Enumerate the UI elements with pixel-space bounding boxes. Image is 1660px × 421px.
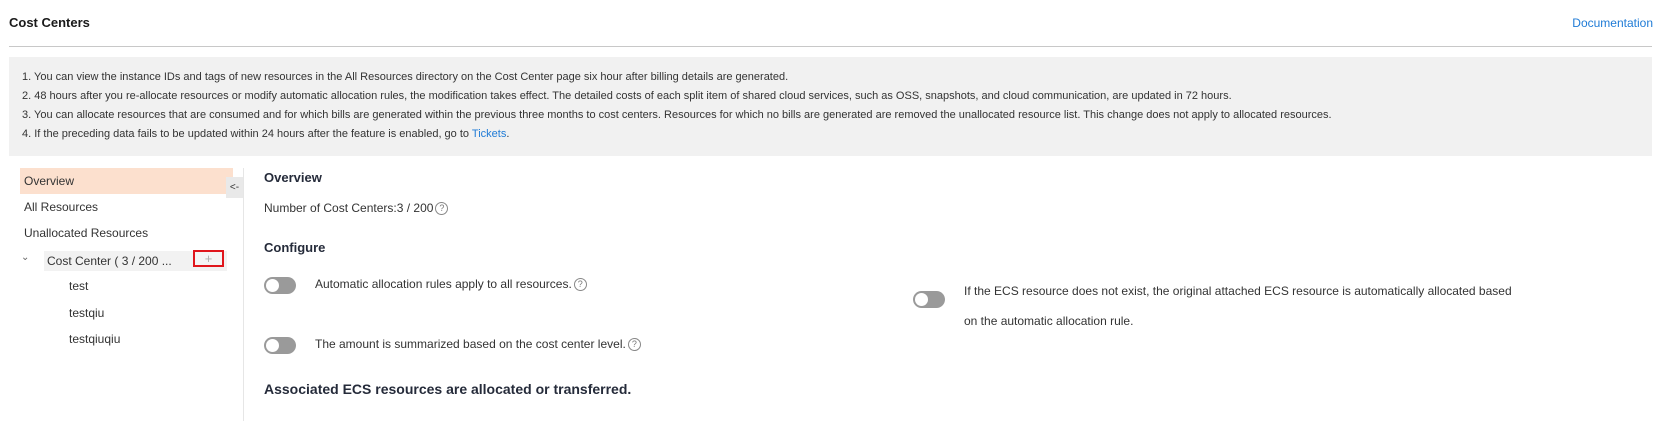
tree-item-testqiu[interactable]: testqiu [69, 306, 104, 320]
configure-title: Configure [264, 240, 326, 255]
notice-line-2: 2. 48 hours after you re-allocate resour… [22, 90, 1232, 102]
page-title: Cost Centers [9, 15, 90, 30]
summary-label: The amount is summarized based on the co… [315, 337, 641, 352]
notice-line-4-text: 4. If the preceding data fails to be upd… [22, 128, 472, 140]
notice-line-4: 4. If the preceding data fails to be upd… [22, 128, 509, 140]
associated-ecs-title: Associated ECS resources are allocated o… [264, 381, 632, 397]
auto-rules-toggle[interactable] [264, 277, 296, 294]
header-divider [9, 46, 1652, 47]
summary-toggle[interactable] [264, 337, 296, 354]
cost-center-group-label: Cost Center ( 3 / 200 ... [47, 254, 172, 268]
documentation-link[interactable]: Documentation [1572, 16, 1653, 30]
overview-title: Overview [264, 170, 322, 185]
sidebar-item-all-resources[interactable]: All Resources [20, 194, 233, 220]
tickets-link[interactable]: Tickets [472, 128, 506, 140]
page-header: Cost Centers Documentation [0, 0, 1660, 48]
cost-center-count: Number of Cost Centers:3 / 200? [264, 201, 449, 216]
tree-item-test[interactable]: test [69, 279, 88, 293]
notice-line-4-suffix: . [506, 128, 510, 140]
add-cost-center-button[interactable]: + [193, 250, 224, 267]
help-icon[interactable]: ? [573, 278, 587, 292]
chevron-down-icon[interactable]: ⌄ [21, 252, 29, 263]
sidebar-item-overview[interactable]: Overview [20, 168, 233, 194]
ecs-allocation-toggle[interactable] [913, 291, 945, 308]
tree-item-testqiuqiu[interactable]: testqiuqiu [69, 332, 120, 346]
ecs-allocation-label: If the ECS resource does not exist, the … [964, 284, 1512, 328]
auto-rules-label-text: Automatic allocation rules apply to all … [315, 277, 572, 291]
toggle-knob [915, 293, 928, 306]
auto-rules-label: Automatic allocation rules apply to all … [315, 277, 587, 292]
toggle-knob [266, 339, 279, 352]
summary-label-text: The amount is summarized based on the co… [315, 337, 626, 351]
sidebar-divider [243, 168, 244, 421]
sidebar-item-unallocated-resources[interactable]: Unallocated Resources [20, 220, 233, 246]
toggle-knob [266, 279, 279, 292]
notice-line-3: 3. You can allocate resources that are c… [22, 109, 1332, 121]
notice-line-1: 1. You can view the instance IDs and tag… [22, 71, 789, 83]
help-icon[interactable]: ? [627, 338, 641, 352]
notice-panel: 1. You can view the instance IDs and tag… [9, 57, 1652, 156]
sidebar: Overview All Resources Unallocated Resou… [20, 168, 244, 421]
collapse-sidebar-button[interactable]: <- [226, 177, 243, 198]
help-icon[interactable]: ? [435, 202, 449, 216]
cost-center-count-text: Number of Cost Centers:3 / 200 [264, 201, 434, 215]
